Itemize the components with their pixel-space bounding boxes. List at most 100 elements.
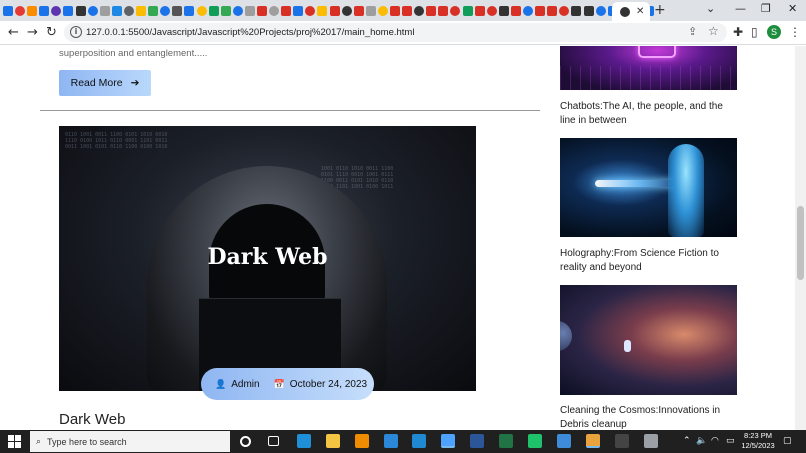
calendar-icon[interactable] xyxy=(355,434,369,448)
tab-favicon-icon[interactable] xyxy=(63,5,74,16)
tab-favicon-icon[interactable] xyxy=(523,5,534,16)
minimize-button[interactable]: — xyxy=(735,3,746,15)
tab-favicon-icon[interactable] xyxy=(414,5,425,16)
tab-favicon-icon[interactable] xyxy=(184,5,195,16)
tab-favicon-icon[interactable] xyxy=(196,5,207,16)
mail-icon[interactable] xyxy=(384,434,398,448)
photos-icon[interactable] xyxy=(441,434,455,448)
tab-favicon-icon[interactable] xyxy=(293,5,304,16)
settings-icon[interactable] xyxy=(644,434,658,448)
tab-favicon-icon[interactable] xyxy=(172,5,183,16)
back-button[interactable]: ← xyxy=(8,25,19,40)
tab-favicon-icon[interactable] xyxy=(136,5,147,16)
tab-favicon-icon[interactable] xyxy=(595,5,606,16)
new-tab-button[interactable]: + xyxy=(654,3,666,17)
tab-favicon-icon[interactable] xyxy=(450,5,461,16)
tab-favicon-icon[interactable] xyxy=(305,5,316,16)
active-tab[interactable]: ✕ xyxy=(612,2,650,21)
site-info-icon[interactable]: i xyxy=(70,26,82,38)
file-explorer-icon[interactable] xyxy=(326,434,340,448)
post-author[interactable]: Admin xyxy=(231,379,259,390)
tab-favicon-icon[interactable] xyxy=(99,5,110,16)
battery-icon[interactable]: ▭ xyxy=(726,435,735,447)
tab-favicon-icon[interactable] xyxy=(390,5,400,16)
reload-button[interactable]: ↻ xyxy=(46,25,57,40)
close-window-button[interactable]: ✕ xyxy=(788,3,797,15)
tab-favicon-icon[interactable] xyxy=(87,5,98,16)
tab-favicon-icon[interactable] xyxy=(244,5,255,16)
tab-favicon-icon[interactable] xyxy=(148,5,159,16)
side-panel-icon[interactable]: ▯ xyxy=(751,26,758,39)
tab-favicon-icon[interactable] xyxy=(27,5,38,16)
tab-favicon-icon[interactable] xyxy=(39,5,50,16)
sidebar-post-title[interactable]: Chatbots:The AI, the people, and the lin… xyxy=(560,100,740,128)
tab-favicon-icon[interactable] xyxy=(51,5,62,16)
read-more-button[interactable]: Read More ➔ xyxy=(59,70,151,96)
tab-favicon-icon[interactable] xyxy=(426,5,437,16)
speaker-icon[interactable]: 🔈 xyxy=(696,435,707,447)
tab-favicon-icon[interactable] xyxy=(329,5,340,16)
tab-favicon-icon[interactable] xyxy=(365,5,376,16)
word-icon[interactable] xyxy=(470,434,484,448)
tab-favicon-icon[interactable] xyxy=(3,5,13,16)
close-tab-icon[interactable]: ✕ xyxy=(636,6,644,17)
tab-favicon-icon[interactable] xyxy=(402,5,413,16)
tab-favicon-icon[interactable] xyxy=(377,5,388,16)
tab-favicon-icon[interactable] xyxy=(559,5,570,16)
vscode-icon[interactable] xyxy=(412,434,426,448)
menu-kebab-icon[interactable]: ⋮ xyxy=(789,26,801,39)
url-text[interactable]: 127.0.0.1:5500/Javascript/Javascript%20P… xyxy=(86,26,414,39)
maximize-button[interactable]: ❐ xyxy=(761,3,771,15)
tab-favicon-icon[interactable] xyxy=(15,5,26,16)
show-hidden-icons-icon[interactable]: ⌃ xyxy=(683,435,691,447)
powerpoint-video-icon[interactable] xyxy=(557,434,571,448)
tab-favicon-icon[interactable] xyxy=(510,5,521,16)
sidebar-post-image-cosmos[interactable] xyxy=(560,285,737,395)
tab-favicon-icon[interactable] xyxy=(256,5,267,16)
sidebar-post-image-holography[interactable] xyxy=(560,138,737,237)
tab-favicon-icon[interactable] xyxy=(583,5,594,16)
tab-favicon-icon[interactable] xyxy=(498,5,509,16)
taskbar-clock[interactable]: 8:23 PM 12/5/2023 xyxy=(739,431,777,451)
profile-avatar[interactable]: S xyxy=(767,25,781,39)
tab-favicon-icon[interactable] xyxy=(535,5,546,16)
wifi-icon[interactable]: ◠ xyxy=(711,435,719,447)
tab-favicon-icon[interactable] xyxy=(486,5,497,16)
tab-favicon-icon[interactable] xyxy=(269,5,280,16)
tab-favicon-icon[interactable] xyxy=(123,5,134,16)
tab-favicon-icon[interactable] xyxy=(474,5,485,16)
terminal-icon[interactable] xyxy=(615,434,629,448)
task-view-icon[interactable] xyxy=(268,436,279,446)
taskbar-search-box[interactable]: ⌕ Type here to search xyxy=(30,431,230,452)
tab-favicon-icon[interactable] xyxy=(232,5,243,16)
tab-favicon-icon[interactable] xyxy=(317,5,328,16)
tab-favicon-icon[interactable] xyxy=(281,5,292,16)
sidebar-post-title[interactable]: Holography:From Science Fiction to reali… xyxy=(560,247,740,275)
post-title[interactable]: Dark Web xyxy=(59,411,125,429)
tab-favicon-icon[interactable] xyxy=(571,5,582,16)
windows-start-icon[interactable] xyxy=(8,435,21,448)
address-bar[interactable]: i 127.0.0.1:5500/Javascript/Javascript%2… xyxy=(64,23,727,42)
tab-favicon-icon[interactable] xyxy=(341,5,352,16)
chrome-icon[interactable] xyxy=(586,434,600,448)
scrollbar-thumb[interactable] xyxy=(797,206,804,280)
edge-icon[interactable] xyxy=(297,434,311,448)
tab-favicon-icon[interactable] xyxy=(353,5,364,16)
tab-search-icon[interactable]: ⌄ xyxy=(706,3,715,15)
tab-favicon-icon[interactable] xyxy=(438,5,449,16)
tab-favicon-icon[interactable] xyxy=(462,5,473,16)
tab-favicon-icon[interactable] xyxy=(220,5,231,16)
sidebar-post-title[interactable]: Cleaning the Cosmos:Innovations in Debri… xyxy=(560,404,740,430)
tab-favicon-icon[interactable] xyxy=(75,5,86,16)
share-icon[interactable]: ⇪ xyxy=(688,26,697,38)
tab-favicon-icon[interactable] xyxy=(208,5,219,16)
forward-button[interactable]: → xyxy=(27,25,38,40)
extensions-puzzle-icon[interactable]: ✚ xyxy=(733,26,743,39)
sidebar-post-image-chatbots[interactable] xyxy=(560,46,737,90)
page-scrollbar[interactable] xyxy=(795,46,806,430)
tab-favicon-icon[interactable] xyxy=(111,5,122,16)
notifications-icon[interactable]: ▢ xyxy=(783,435,792,447)
cortana-icon[interactable] xyxy=(240,436,251,447)
tab-favicon-icon[interactable] xyxy=(160,5,171,16)
pycharm-icon[interactable] xyxy=(528,434,542,448)
